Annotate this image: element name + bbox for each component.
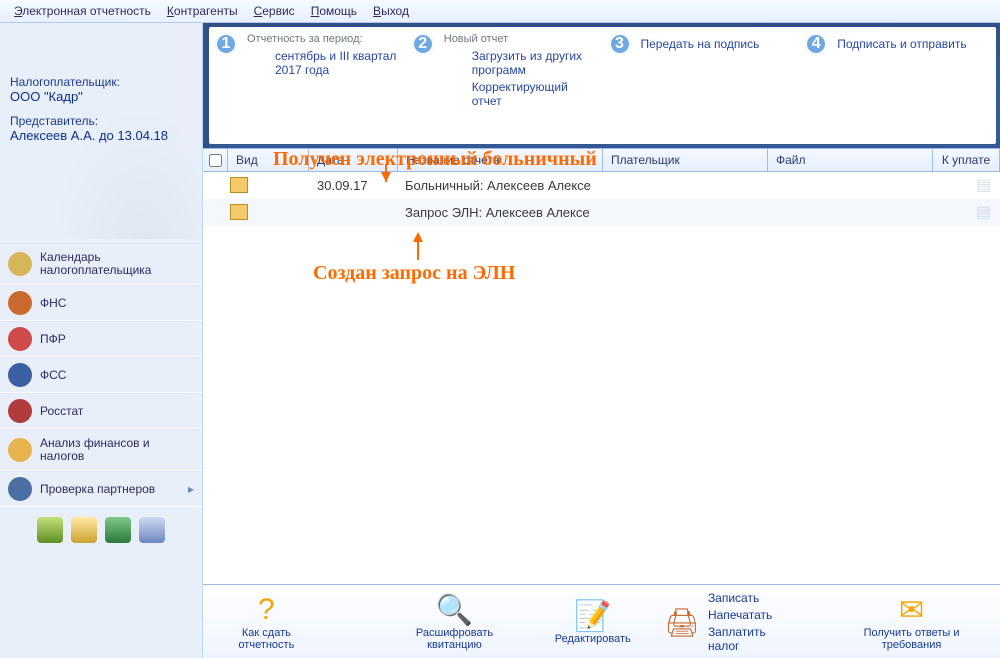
row-action-icon[interactable]: ▤ — [976, 202, 1000, 222]
taxpayer-block: Налогоплательщик: ООО "Кадр" Представите… — [0, 65, 202, 159]
step: 1 Отчетность за период: сентябрь и III ква… — [209, 27, 406, 144]
chevron-right-icon: ▸ — [188, 482, 194, 496]
step-title: Новый отчет — [444, 33, 601, 45]
sidebar-item-icon — [8, 399, 32, 423]
sidebar-item[interactable]: Анализ финансов и налогов — [0, 429, 202, 471]
step: 2 Новый отчет Загрузить из других программ… — [406, 27, 603, 144]
menu-item[interactable]: Контрагенты — [159, 2, 246, 20]
col-vid[interactable]: Вид — [228, 149, 309, 171]
printer-icon: 🖨 — [664, 606, 700, 639]
report-grid: 30.09.17 Больничный: Алексеев Алексе ▤ З… — [203, 172, 1000, 584]
col-name[interactable]: Название отчета — [398, 149, 603, 171]
help-icon — [20, 210, 38, 228]
sidebar-item-label: Анализ финансов и налогов — [40, 437, 194, 463]
brand-text: сбис — [10, 31, 62, 57]
sidebar-item-label: ФНС — [40, 297, 66, 310]
sidebar-item-label: Календарь налогоплательщика — [40, 251, 194, 277]
sidebar-item[interactable]: Проверка партнеров ▸ — [0, 471, 202, 507]
question-icon: ? — [258, 593, 275, 627]
doc-icon — [227, 177, 251, 193]
sidebar-item-label: ПФР — [40, 333, 66, 346]
table-row[interactable]: Запрос ЭЛН: Алексеев Алексе ▤ — [203, 199, 1000, 226]
cell-name: Больничный: Алексеев Алексе — [397, 178, 599, 193]
menu-item[interactable]: Выход — [365, 2, 417, 20]
sidebar-item-icon — [8, 477, 32, 501]
representative-label: Представитель: — [10, 114, 192, 128]
taxpayer-label: Налогоплательщик: — [10, 75, 192, 89]
sidebar-item[interactable]: ФНС — [0, 285, 202, 321]
sidebar-item[interactable]: Росстат — [0, 393, 202, 429]
sbis-online-button[interactable]: сбис онлайн — [8, 165, 194, 197]
doc-icon — [227, 204, 251, 220]
sidebar-item[interactable]: ПФР — [0, 321, 202, 357]
sidebar: сбис ЭлектроннаяОтчетность Налогоплатель… — [0, 23, 203, 658]
step-link[interactable]: Подписать и отправить — [837, 37, 994, 51]
columns-header: Вид Дата Название отчета Плательщик Файл… — [203, 148, 1000, 172]
menu-item[interactable]: Электронная отчетность — [6, 2, 159, 20]
sidebar-item[interactable]: ФСС — [0, 357, 202, 393]
annotation-bottom: Создан запрос на ЭЛН — [313, 262, 515, 285]
sidebar-item[interactable]: Календарь налогоплательщика — [0, 243, 202, 285]
save-link[interactable]: Записать — [708, 591, 799, 605]
envelope-icon: ✉ — [899, 593, 924, 627]
step: 4 Подписать и отправить — [799, 27, 996, 144]
print-link[interactable]: Напечатать — [708, 608, 799, 622]
magnifier-icon: 🔍 — [436, 593, 473, 627]
sidebar-item-icon — [8, 327, 32, 351]
col-payer[interactable]: Плательщик — [603, 149, 768, 171]
menu-item[interactable]: Помощь — [303, 2, 365, 20]
bottom-toolbar: ? Как сдать отчетность 🔍 Расшифровать кв… — [203, 584, 1000, 658]
sidebar-item-icon — [8, 438, 32, 462]
logo: сбис ЭлектроннаяОтчетность — [0, 23, 202, 65]
table-row[interactable]: 30.09.17 Больничный: Алексеев Алексе ▤ — [203, 172, 1000, 199]
cell-name: Запрос ЭЛН: Алексеев Алексе — [397, 205, 598, 220]
col-amount[interactable]: К уплате — [933, 149, 1000, 171]
step-title: Отчетность за период: — [247, 33, 404, 45]
content: 1 Отчетность за период: сентябрь и III ква… — [203, 23, 1000, 658]
sidebar-item-icon — [8, 291, 32, 315]
sidebar-item-label: Проверка партнеров — [40, 483, 155, 496]
edit-button[interactable]: 📝 Редактировать — [555, 599, 630, 645]
sidebar-item-label: ФСС — [40, 369, 66, 382]
help-button[interactable]: Обратиться за помощью — [8, 203, 194, 235]
step: 3 Передать на подпись — [603, 27, 800, 144]
step-link[interactable]: Загрузить из других программ — [472, 49, 601, 77]
brand-sub: ЭлектроннаяОтчетность — [70, 32, 137, 56]
taxpayer-value: ООО "Кадр" — [10, 89, 192, 104]
step-number: 2 — [412, 33, 434, 55]
col-file[interactable]: Файл — [768, 149, 933, 171]
get-responses-button[interactable]: ✉ Получить ответы и требования — [833, 593, 990, 651]
step-number: 4 — [805, 33, 827, 55]
step-link[interactable]: сентябрь и III квартал 2017 года — [275, 49, 404, 77]
sidebar-item-label: Росстат — [40, 405, 83, 418]
step-link[interactable]: Передать на подпись — [641, 37, 798, 51]
representative-value: Алексеев А.А. до 13.04.18 — [10, 128, 192, 143]
menubar: Электронная отчетность Контрагенты Серви… — [0, 0, 1000, 23]
sidebar-item-icon — [8, 252, 32, 276]
steps-banner: 1 Отчетность за период: сентябрь и III ква… — [203, 23, 1000, 148]
decode-receipt-button[interactable]: 🔍 Расшифровать квитанцию — [388, 593, 521, 651]
edit-icon: 📝 — [574, 599, 611, 633]
step-number: 1 — [215, 33, 237, 55]
how-to-submit-button[interactable]: ? Как сдать отчетность — [213, 593, 320, 651]
select-all-checkbox[interactable] — [203, 149, 228, 171]
row-action-icon[interactable]: ▤ — [976, 175, 1000, 195]
sidebar-item-icon — [8, 363, 32, 387]
menu-item[interactable]: Сервис — [246, 2, 303, 20]
step-link[interactable]: Корректирующий отчет — [472, 80, 601, 108]
footer-badges — [0, 517, 202, 543]
pay-tax-link[interactable]: Заплатить налог — [708, 625, 799, 653]
step-number: 3 — [609, 33, 631, 55]
